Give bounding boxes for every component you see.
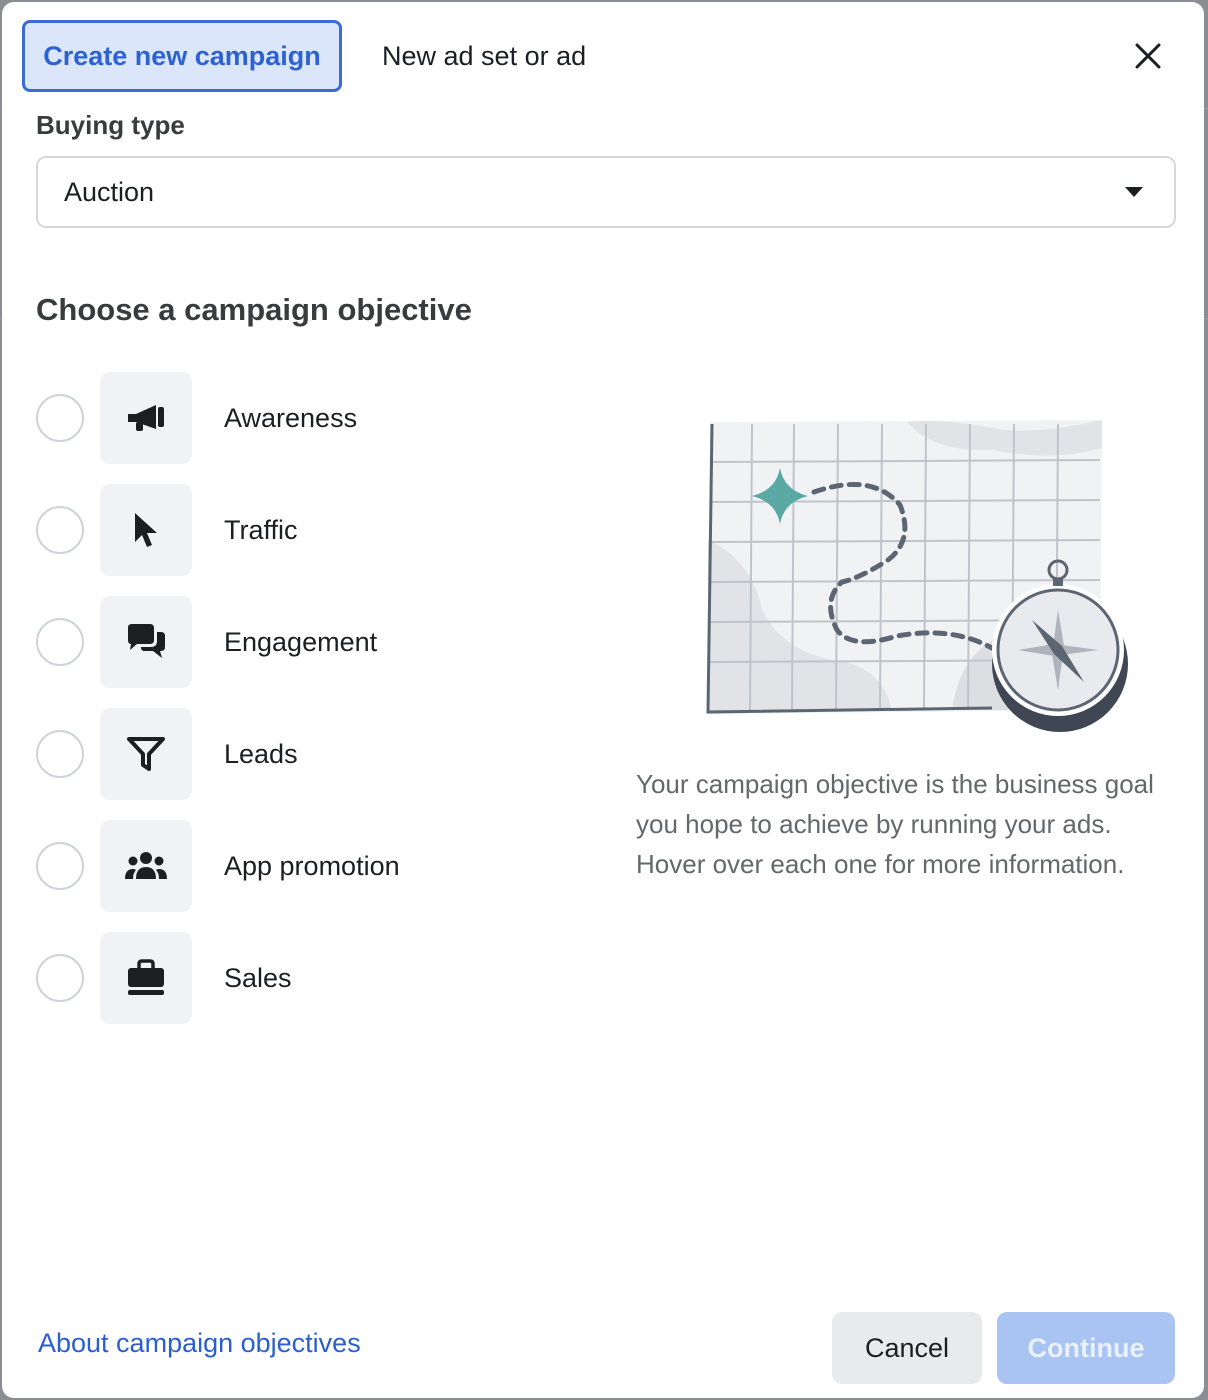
objective-label: Engagement <box>224 626 378 657</box>
awareness-radio[interactable] <box>36 394 84 442</box>
cursor-icon <box>135 513 157 547</box>
chat-bubbles-icon <box>128 624 165 658</box>
engagement-radio[interactable] <box>36 618 84 666</box>
buying-type-value: Auction <box>64 176 155 207</box>
continue-button[interactable]: Continue <box>997 1312 1175 1384</box>
buying-type-label: Buying type <box>36 110 185 140</box>
megaphone-icon <box>128 405 164 431</box>
objective-label: Leads <box>224 738 298 769</box>
chevron-down-icon <box>1125 187 1143 197</box>
objective-label: Traffic <box>224 514 298 545</box>
objective-option-sales[interactable]: Sales <box>36 932 596 1024</box>
cancel-button[interactable]: Cancel <box>832 1312 982 1384</box>
tab-create-new-campaign[interactable]: Create new campaign <box>22 20 342 92</box>
about-campaign-objectives-link[interactable]: About campaign objectives <box>38 1328 361 1359</box>
create-campaign-dialog: Create new campaign New ad set or ad Buy… <box>2 2 1204 1398</box>
objective-option-app-promotion[interactable]: App promotion <box>36 820 596 912</box>
objective-label: Awareness <box>224 402 358 433</box>
people-group-icon <box>125 852 167 879</box>
app-promotion-radio[interactable] <box>36 842 84 890</box>
objective-description: Your campaign objective is the business … <box>636 769 1154 879</box>
buying-type-select[interactable]: Auction <box>36 156 1176 228</box>
objective-heading: Choose a campaign objective <box>36 292 472 327</box>
traffic-radio[interactable] <box>36 506 84 554</box>
close-button[interactable] <box>1124 32 1172 80</box>
objective-option-awareness[interactable]: Awareness <box>36 372 596 464</box>
map-compass-illustration <box>706 420 1128 732</box>
funnel-icon <box>127 737 165 771</box>
objective-label: App promotion <box>224 850 400 881</box>
sales-radio[interactable] <box>36 954 84 1002</box>
shopping-bag-icon <box>128 959 164 995</box>
objective-list: Awareness Traffic Engagement Leads App p… <box>36 372 596 1044</box>
objective-option-engagement[interactable]: Engagement <box>36 596 596 688</box>
close-icon <box>1135 43 1161 69</box>
objective-label: Sales <box>224 962 292 993</box>
objective-option-leads[interactable]: Leads <box>36 708 596 800</box>
objective-option-traffic[interactable]: Traffic <box>36 484 596 576</box>
tab-new-ad-set-or-ad[interactable]: New ad set or ad <box>364 20 604 92</box>
leads-radio[interactable] <box>36 730 84 778</box>
